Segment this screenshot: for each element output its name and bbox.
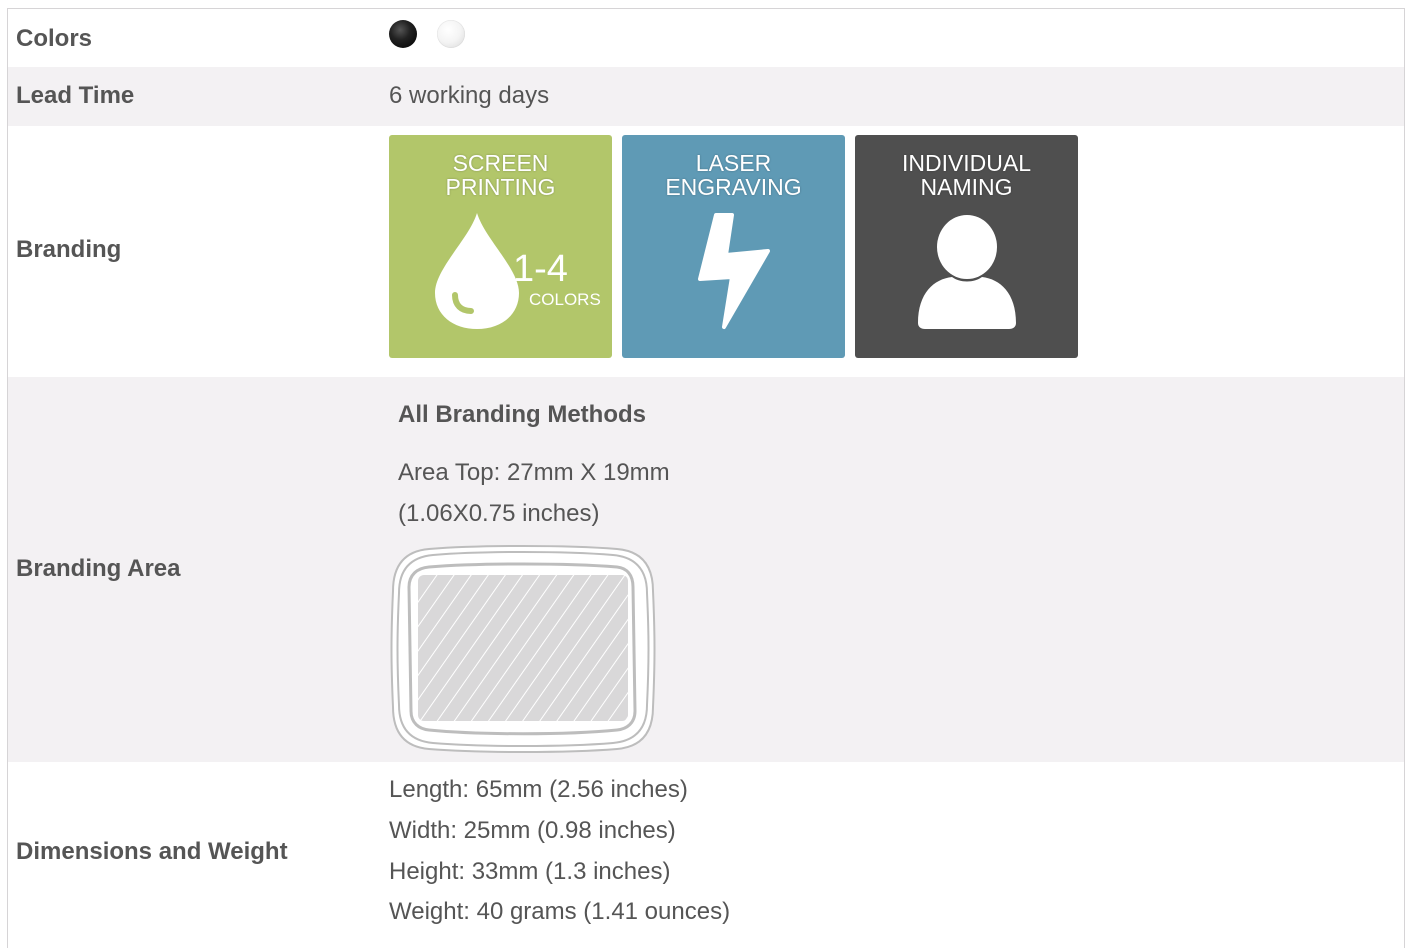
dimension-length: Length: 65mm (2.56 inches) xyxy=(389,776,688,803)
lightning-bolt-icon xyxy=(698,213,770,329)
individual-naming-title-line1: INDIVIDUAL xyxy=(901,150,1032,176)
colors-row: Colors xyxy=(8,9,1404,67)
branding-area-diagram xyxy=(390,545,656,753)
dimension-height: Height: 33mm (1.3 inches) xyxy=(389,858,671,885)
dimensions-row: Dimensions and Weight Length: 65mm (2.56… xyxy=(8,762,1404,952)
branding-area-row: Branding Area All Branding Methods Area … xyxy=(8,377,1404,762)
screen-printing-title-line2: PRINTING xyxy=(445,174,556,200)
dimension-width: Width: 25mm (0.98 inches) xyxy=(389,817,676,844)
branding-label: Branding xyxy=(16,236,122,263)
individual-naming-title-line2: NAMING xyxy=(920,174,1013,200)
branding-area-size: Area Top: 27mm X 19mm xyxy=(398,459,670,486)
product-spec-table: Colors Lead Time 6 working days Branding… xyxy=(7,8,1405,948)
ink-drop-icon xyxy=(435,213,519,329)
person-icon xyxy=(918,215,1016,329)
lead-time-label: Lead Time xyxy=(16,82,135,109)
branding-area-size-inches: (1.06X0.75 inches) xyxy=(398,500,600,527)
color-swatch-white[interactable] xyxy=(437,20,465,48)
laser-engraving-tile[interactable]: LASER ENGRAVING xyxy=(622,135,845,358)
individual-naming-tile[interactable]: INDIVIDUAL NAMING xyxy=(855,135,1078,358)
screen-printing-title-line1: SCREEN xyxy=(452,150,549,176)
dimensions-label: Dimensions and Weight xyxy=(16,838,288,865)
lead-time-value: 6 working days xyxy=(389,82,550,109)
laser-engraving-title-line2: ENGRAVING xyxy=(665,174,802,200)
screen-printing-tile[interactable]: SCREEN PRINTING 1-4 COLORS xyxy=(389,135,612,358)
laser-engraving-title-line1: LASER xyxy=(695,150,772,176)
color-swatch-black[interactable] xyxy=(389,20,417,48)
screen-printing-color-count: 1-4 xyxy=(513,248,568,290)
screen-printing-color-unit: COLORS xyxy=(529,290,601,309)
branding-row: Branding SCREEN PRINTING 1-4 COLORS LASE… xyxy=(8,126,1404,377)
colors-label: Colors xyxy=(16,25,93,52)
branding-methods-heading: All Branding Methods xyxy=(398,401,646,428)
lead-time-row: Lead Time 6 working days xyxy=(8,67,1404,126)
dimension-weight: Weight: 40 grams (1.41 ounces) xyxy=(389,898,731,925)
branding-area-label: Branding Area xyxy=(16,555,181,582)
